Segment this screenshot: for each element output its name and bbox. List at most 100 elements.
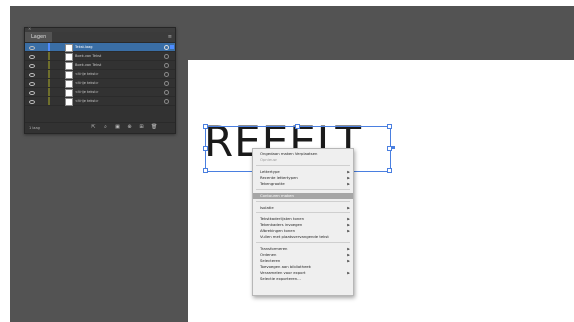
- layer-row[interactable]: Boek.van Tekst: [25, 61, 175, 70]
- panel-footer: 1 laag ⇱ ⌕ ▣ ⊕ ⊞ 🗑: [25, 122, 175, 133]
- menu-item[interactable]: Isolatie ▶: [253, 205, 353, 211]
- resize-handle-top-left[interactable]: [203, 124, 208, 129]
- submenu-arrow-icon: ▶: [347, 182, 350, 186]
- selection-indicator[interactable]: [170, 45, 174, 49]
- panel-menu-icon[interactable]: ≡: [168, 34, 172, 40]
- menu-item[interactable]: Selectie exporteren...: [253, 276, 353, 282]
- lock-toggle[interactable]: [40, 80, 43, 86]
- layer-row[interactable]: <Vrije tekst>: [25, 79, 175, 88]
- menu-separator: [256, 201, 350, 202]
- layer-color-indicator: [48, 97, 50, 105]
- layer-thumbnail: [65, 98, 73, 106]
- layer-row[interactable]: <Vrije tekst>: [25, 70, 175, 79]
- layer-name[interactable]: <Vrije tekst>: [75, 70, 99, 78]
- menu-item-label: Verzamelen voor export: [260, 270, 306, 275]
- text-out-port[interactable]: [392, 146, 395, 149]
- menu-item[interactable]: Tekengrootte ▶: [253, 181, 353, 187]
- layer-color-indicator: [48, 79, 50, 87]
- layer-row[interactable]: <Vrije tekst>: [25, 88, 175, 97]
- visibility-eye-icon[interactable]: [28, 81, 35, 86]
- layers-panel: × Lagen ≡ Tekst.laag Boek.van Tekst Boek.v…: [24, 27, 176, 134]
- layer-color-indicator: [48, 61, 50, 69]
- layer-color-indicator: [48, 52, 50, 60]
- target-circle-icon[interactable]: [164, 72, 169, 77]
- menu-separator: [256, 165, 350, 166]
- layer-color-indicator: [48, 43, 50, 51]
- visibility-eye-icon[interactable]: [28, 63, 35, 68]
- menu-item-label: Contouren maken: [260, 193, 294, 198]
- artboard[interactable]: [188, 60, 574, 322]
- target-circle-icon[interactable]: [164, 99, 169, 104]
- new-sublayer-icon[interactable]: ⊕: [127, 125, 132, 130]
- menu-item: Opnieuw: [253, 157, 353, 163]
- visibility-eye-icon[interactable]: [28, 72, 35, 77]
- lock-toggle[interactable]: [40, 89, 43, 95]
- menu-item-label: Vullen met plaatsvervangende tekst: [260, 234, 329, 239]
- lock-toggle[interactable]: [40, 44, 43, 50]
- layer-name[interactable]: Boek.van Tekst: [75, 52, 101, 60]
- clipping-mask-icon[interactable]: ▣: [115, 125, 120, 130]
- menu-item-label: Ongedaan maken Verplaatsen: [260, 151, 318, 156]
- layer-name[interactable]: <Vrije tekst>: [75, 97, 99, 105]
- menu-item-label: Tekstkaderlijsten tonen: [260, 216, 304, 221]
- menu-separator: [256, 212, 350, 213]
- close-icon[interactable]: ×: [28, 27, 32, 31]
- layer-row[interactable]: Tekst.laag: [25, 43, 175, 52]
- layer-thumbnail: [65, 80, 73, 88]
- menu-item-label: Selectie exporteren...: [260, 276, 301, 281]
- target-circle-icon[interactable]: [164, 90, 169, 95]
- context-menu: Ongedaan maken Verplaatsen Opnieuw Lettert…: [252, 148, 354, 296]
- delete-icon[interactable]: 🗑: [151, 125, 157, 130]
- resize-handle-top-middle[interactable]: [295, 124, 300, 129]
- target-circle-icon[interactable]: [164, 45, 169, 50]
- layer-color-indicator: [48, 70, 50, 78]
- layer-thumbnail: [65, 71, 73, 79]
- lock-toggle[interactable]: [40, 53, 43, 59]
- lock-toggle[interactable]: [40, 62, 43, 68]
- menu-item[interactable]: Contouren maken: [253, 193, 353, 199]
- layer-row[interactable]: <Vrije tekst>: [25, 97, 175, 106]
- resize-handle-bottom-right[interactable]: [387, 168, 392, 173]
- resize-handle-middle-left[interactable]: [203, 146, 208, 151]
- menu-item[interactable]: Vullen met plaatsvervangende tekst: [253, 234, 353, 240]
- lock-toggle[interactable]: [40, 71, 43, 77]
- visibility-eye-icon[interactable]: [28, 90, 35, 95]
- target-circle-icon[interactable]: [164, 54, 169, 59]
- menu-item-label: Transformeren: [260, 246, 288, 251]
- menu-item-label: Recente lettertypen: [260, 175, 298, 180]
- layer-list: Tekst.laag Boek.van Tekst Boek.van Tekst <V…: [25, 43, 175, 106]
- layer-thumbnail: [65, 62, 73, 70]
- panel-tabbar: Lagen ≡: [25, 32, 175, 43]
- menu-item-label: Toevoegen aan bibliotheek: [260, 264, 311, 269]
- layer-color-indicator: [48, 88, 50, 96]
- layer-thumbnail: [65, 53, 73, 61]
- target-circle-icon[interactable]: [164, 63, 169, 68]
- target-circle-icon[interactable]: [164, 81, 169, 86]
- menu-item-label: Isolatie: [260, 205, 274, 210]
- visibility-eye-icon[interactable]: [28, 54, 35, 59]
- layer-name[interactable]: <Vrije tekst>: [75, 88, 99, 96]
- lock-toggle[interactable]: [40, 98, 43, 104]
- resize-handle-top-right[interactable]: [387, 124, 392, 129]
- tab-layers[interactable]: Lagen: [25, 32, 53, 42]
- menu-item-label: Ordenen: [260, 252, 277, 257]
- menu-item-label: Opnieuw: [260, 157, 277, 162]
- layer-name[interactable]: Tekst.laag: [75, 43, 93, 51]
- menu-item-label: Selecteren: [260, 258, 281, 263]
- layer-row[interactable]: Boek.van Tekst: [25, 52, 175, 61]
- export-icon[interactable]: ⇱: [91, 125, 96, 130]
- resize-handle-bottom-left[interactable]: [203, 168, 208, 173]
- menu-separator: [256, 242, 350, 243]
- layer-name[interactable]: Boek.van Tekst: [75, 61, 101, 69]
- menu-item-label: Afbrekingen tonen: [260, 228, 296, 233]
- layer-name[interactable]: <Vrije tekst>: [75, 79, 99, 87]
- menu-separator: [256, 189, 350, 190]
- submenu-arrow-icon: ▶: [347, 206, 350, 210]
- search-icon[interactable]: ⌕: [103, 125, 108, 130]
- layer-count: 1 laag: [29, 126, 40, 130]
- visibility-eye-icon[interactable]: [28, 99, 35, 104]
- menu-item-label: Lettertype: [260, 169, 280, 174]
- new-layer-icon[interactable]: ⊞: [139, 125, 144, 130]
- layer-thumbnail: [65, 44, 73, 52]
- visibility-eye-icon[interactable]: [28, 45, 35, 50]
